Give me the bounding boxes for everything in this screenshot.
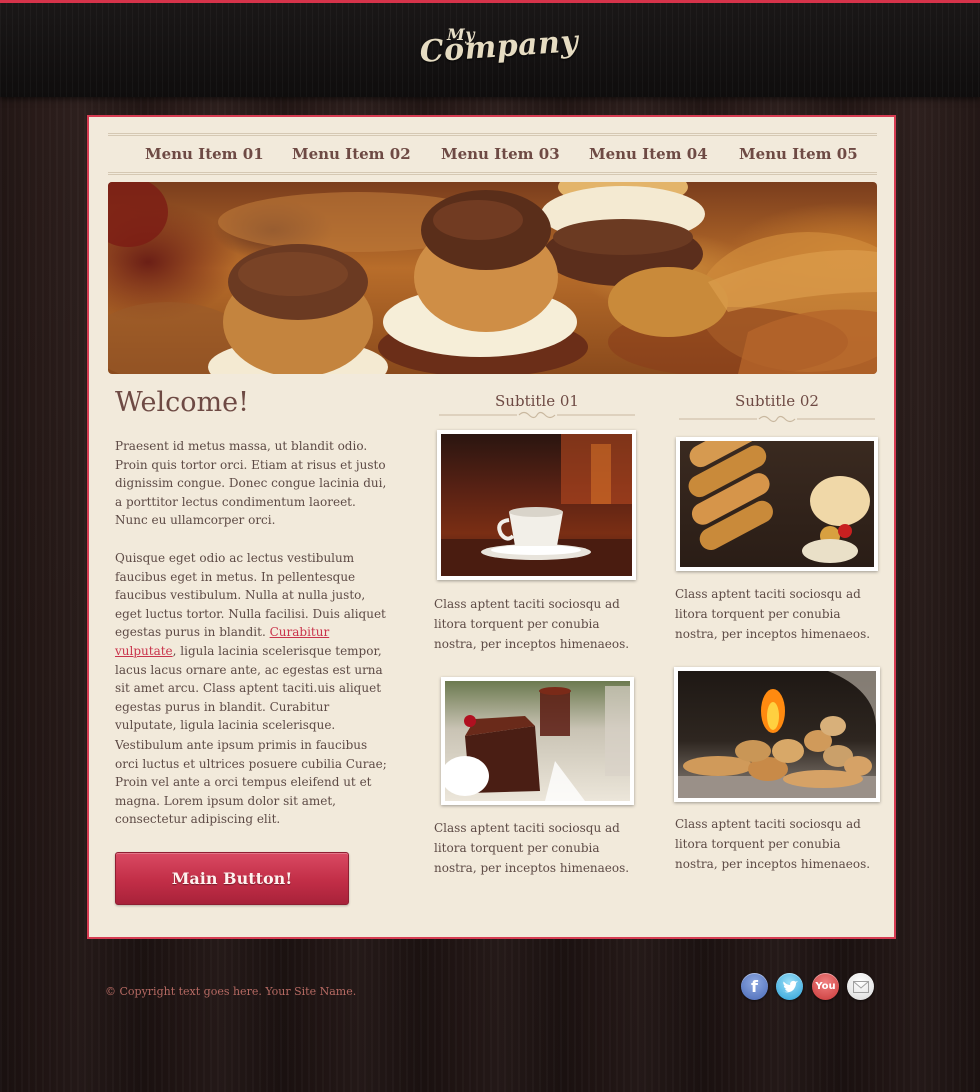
intro-paragraph-1: Praesent id metus massa, ut blandit odio… [115, 439, 387, 528]
logo-line-company: Company [418, 24, 580, 70]
subtitle-01-ornament [439, 411, 635, 419]
nav-item-02[interactable]: Menu Item 02 [292, 145, 411, 163]
nav-item-03[interactable]: Menu Item 03 [441, 145, 560, 163]
subtitle-02-ornament [679, 415, 875, 423]
intro-paragraph-2: Quisque eget odio ac lectus vestibulum f… [115, 549, 391, 735]
bread-oven-photo [674, 667, 880, 802]
chocolate-cake-photo [441, 677, 634, 805]
site-header: My Company [0, 0, 980, 97]
twitter-icon[interactable] [776, 973, 803, 1000]
main-button[interactable]: Main Button! [115, 852, 349, 905]
caption-bread: Class aptent taciti sociosqu ad litora t… [675, 817, 871, 871]
copyright-text: © Copyright text goes here. Your Site Na… [105, 985, 357, 998]
company-logo[interactable]: My Company [419, 23, 580, 83]
caption-coffee: Class aptent taciti sociosqu ad litora t… [434, 597, 630, 651]
youtube-icon[interactable]: You [812, 973, 839, 1000]
main-nav: Menu Item 01 Menu Item 02 Menu Item 03 M… [108, 133, 877, 175]
hero-banner-image [108, 182, 877, 374]
eclairs-photo [676, 437, 878, 571]
caption-cake: Class aptent taciti sociosqu ad litora t… [434, 821, 630, 875]
intro-paragraph-3: Vestibulum ante ipsum primis in faucibus… [115, 738, 387, 827]
content-panel: Menu Item 01 Menu Item 02 Menu Item 03 M… [87, 115, 896, 939]
caption-eclairs: Class aptent taciti sociosqu ad litora t… [675, 587, 871, 641]
welcome-heading: Welcome! [115, 387, 249, 418]
nav-item-04[interactable]: Menu Item 04 [589, 145, 708, 163]
subtitle-01: Subtitle 01 [495, 392, 579, 410]
nav-item-01[interactable]: Menu Item 01 [145, 145, 264, 163]
paragraph-2-text-before: Quisque eget odio ac lectus vestibulum f… [115, 551, 386, 640]
subtitle-02: Subtitle 02 [735, 392, 819, 410]
facebook-icon[interactable]: f [741, 973, 768, 1000]
coffee-cup-photo [437, 430, 636, 580]
email-icon[interactable] [847, 973, 874, 1000]
nav-item-05[interactable]: Menu Item 05 [739, 145, 858, 163]
